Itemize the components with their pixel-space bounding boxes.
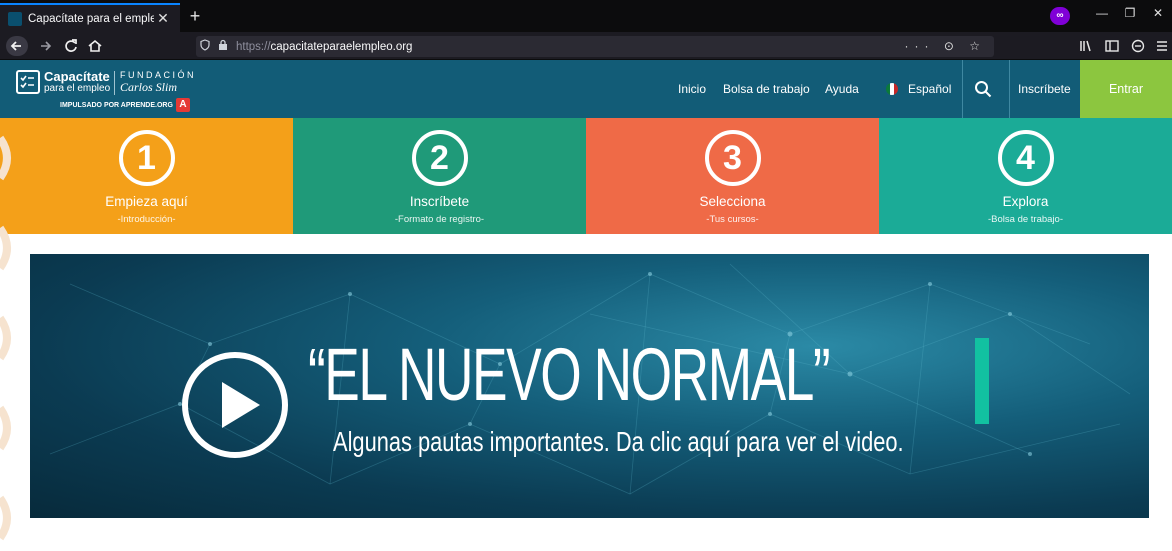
home-icon	[88, 39, 102, 52]
reload-button[interactable]	[60, 36, 82, 56]
logo-powered-by: IMPULSADO POR APRENDE.ORG	[60, 102, 173, 109]
nav-ayuda[interactable]: Ayuda	[825, 60, 859, 118]
private-browsing-icon: ∞	[1050, 7, 1070, 25]
step-title: Explora	[1002, 194, 1049, 209]
tracking-shield-icon[interactable]	[196, 39, 214, 54]
lock-icon[interactable]	[214, 39, 232, 54]
new-tab-button[interactable]: +	[184, 5, 206, 27]
tab-title: Capacítate para el empleo	[28, 12, 154, 25]
browser-toolbar: https://capacitateparaelempleo.org ··· ⊙…	[0, 32, 1172, 60]
banner-headline: “EL NUEVO NORMAL”	[308, 333, 831, 416]
nav-inscribete[interactable]: Inscríbete	[1018, 60, 1071, 118]
account-icon[interactable]	[1130, 36, 1146, 62]
step-number: 1	[118, 130, 175, 186]
step-title: Inscríbete	[409, 194, 470, 209]
entrar-button[interactable]: Entrar	[1080, 60, 1172, 118]
site-favicon-icon	[8, 11, 22, 26]
aprende-badge-icon: A	[176, 98, 190, 112]
step-number: 2	[411, 130, 468, 186]
site-logo[interactable]: Capacítate para el empleo FUNDACIÓN Carl…	[16, 68, 196, 114]
browser-tab[interactable]: Capacítate para el empleo ✕	[0, 3, 180, 32]
banner-subline: Algunas pautas importantes. Da clic aquí…	[333, 426, 904, 457]
logo-brand-line1: Capacítate	[44, 69, 110, 84]
step-number: 3	[704, 130, 761, 186]
nav-divider	[962, 60, 963, 118]
nav-divider	[1009, 60, 1010, 118]
step-title: Empieza aquí	[105, 194, 188, 209]
logo-signature: Carlos Slim	[120, 80, 178, 94]
restore-icon[interactable]: ❐	[1120, 6, 1140, 20]
back-arrow-icon	[10, 41, 21, 51]
browser-tabstrip: Capacítate para el empleo ✕ + ∞ — ❐ ✕	[0, 0, 1172, 32]
back-button[interactable]	[6, 36, 28, 56]
search-button[interactable]	[972, 78, 994, 100]
step-subtitle: -Tus cursos-	[706, 214, 759, 225]
minimize-icon[interactable]: —	[1092, 6, 1112, 20]
forward-button[interactable]	[34, 36, 56, 56]
sidebar-icon[interactable]	[1104, 36, 1120, 62]
home-button[interactable]	[84, 36, 106, 56]
step-subtitle: -Introducción-	[117, 214, 176, 225]
step-number: 4	[997, 130, 1054, 186]
step-empieza-aqui[interactable]: 1 Empieza aquí -Introducción-	[0, 118, 293, 234]
search-icon	[975, 81, 992, 98]
language-selector[interactable]: Español	[908, 60, 951, 118]
step-explora[interactable]: 4 Explora -Bolsa de trabajo-	[879, 118, 1172, 234]
page-actions-icon[interactable]: ··· ⊙ ☆	[905, 36, 986, 57]
reload-icon	[65, 39, 77, 52]
forward-arrow-icon	[41, 41, 52, 51]
library-icon[interactable]	[1078, 36, 1094, 62]
site-header: Capacítate para el empleo FUNDACIÓN Carl…	[0, 60, 1172, 118]
close-window-icon[interactable]: ✕	[1148, 6, 1168, 20]
play-button[interactable]	[180, 350, 290, 460]
url-bar[interactable]: https://capacitateparaelempleo.org ··· ⊙…	[196, 36, 994, 57]
logo-fundacion: FUNDACIÓN	[120, 70, 196, 80]
url-scheme: https://	[236, 40, 271, 53]
url-host: capacitateparaelempleo.org	[270, 40, 413, 53]
video-banner[interactable]: “EL NUEVO NORMAL” Algunas pautas importa…	[30, 254, 1149, 518]
play-icon	[182, 352, 288, 458]
side-decoration	[0, 135, 11, 541]
close-tab-icon[interactable]: ✕	[154, 10, 172, 27]
steps-bar: 1 Empieza aquí -Introducción- 2 Inscríbe…	[0, 118, 1172, 234]
mexico-flag-icon	[886, 83, 898, 95]
step-title: Selecciona	[699, 194, 766, 209]
step-subtitle: -Formato de registro-	[394, 214, 485, 225]
logo-divider	[114, 71, 115, 95]
url-text: https://capacitateparaelempleo.org	[236, 41, 412, 53]
logo-brand-line2: para el empleo	[44, 83, 111, 94]
step-subtitle: -Bolsa de trabajo-	[988, 214, 1063, 225]
nav-bolsa-de-trabajo[interactable]: Bolsa de trabajo	[723, 60, 810, 118]
step-selecciona[interactable]: 3 Selecciona -Tus cursos-	[586, 118, 879, 234]
banner-cursor-bar	[975, 338, 989, 424]
menu-icon[interactable]	[1154, 36, 1170, 62]
step-inscribete[interactable]: 2 Inscríbete -Formato de registro-	[293, 118, 586, 234]
nav-inicio[interactable]: Inicio	[678, 60, 706, 118]
page: Capacítate para el empleo ✕ + ∞ — ❐ ✕ ht…	[0, 0, 1172, 551]
logo-checklist-icon	[16, 70, 40, 94]
